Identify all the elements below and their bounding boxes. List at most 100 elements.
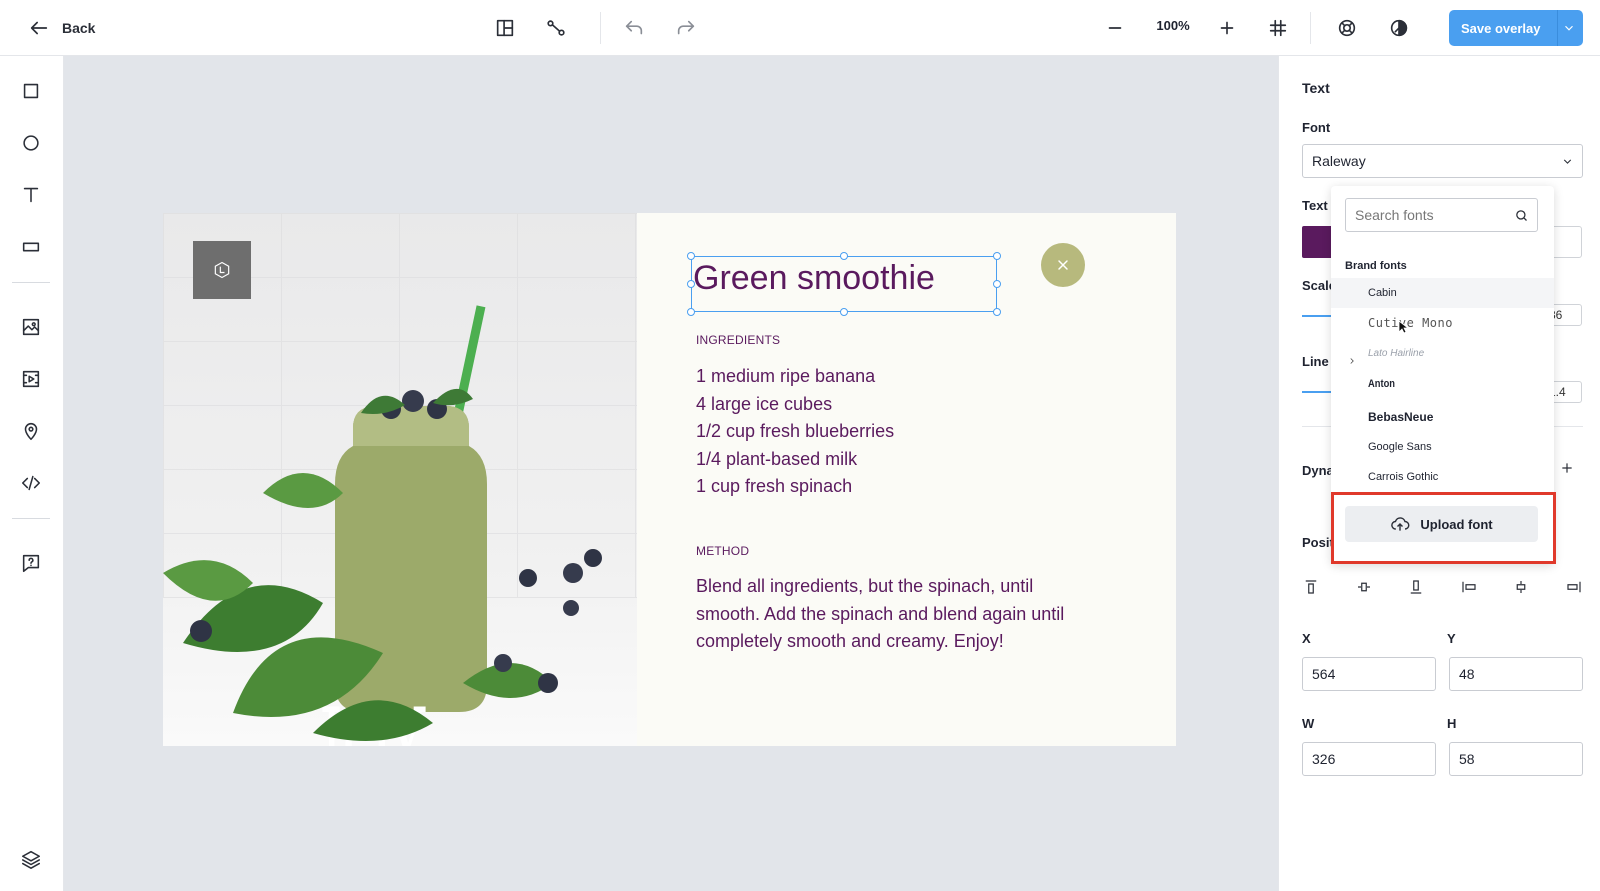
w-input[interactable]: 326 [1302, 742, 1436, 776]
logo-placeholder[interactable] [193, 241, 251, 299]
square-icon [23, 83, 39, 99]
undo-icon [625, 20, 643, 35]
chevron-down-icon[interactable] [1562, 21, 1576, 35]
resize-handle[interactable] [687, 280, 695, 288]
font-option-lato-hairline[interactable]: Lato Hairline [1368, 348, 1424, 359]
logo-hexagon-icon [214, 261, 230, 279]
align-left-icon[interactable] [1460, 578, 1478, 596]
image-tool[interactable] [20, 316, 42, 338]
bar-tool[interactable] [20, 236, 42, 258]
resize-handle[interactable] [687, 308, 695, 316]
h-input[interactable]: 58 [1449, 742, 1583, 776]
zoom-level[interactable]: 100% [1148, 18, 1198, 33]
feedback-tool[interactable] [20, 552, 42, 574]
line-height-label: Line [1302, 354, 1329, 369]
layers-icon [21, 850, 41, 869]
resize-handle[interactable] [840, 308, 848, 316]
grid-button[interactable] [1267, 17, 1289, 39]
back-button[interactable]: Back [28, 14, 95, 42]
location-tool[interactable] [20, 420, 42, 442]
ellipse-tool[interactable] [20, 132, 42, 154]
layout-button[interactable] [494, 17, 516, 39]
save-overlay-label: Save overlay [1461, 20, 1541, 36]
font-group-label: Brand fonts [1345, 260, 1407, 272]
route-icon [547, 20, 565, 36]
x-input[interactable]: 564 [1302, 657, 1436, 691]
zoom-out-button[interactable] [1104, 17, 1126, 39]
redo-button[interactable] [675, 17, 697, 39]
line-height-slider[interactable] [1302, 391, 1332, 393]
x-label: X [1302, 631, 1311, 646]
w-label: W [1302, 716, 1315, 731]
resize-handle[interactable] [993, 252, 1001, 260]
connect-button[interactable] [545, 17, 567, 39]
wide-rect-icon [22, 242, 40, 252]
artboard[interactable]: JOY [163, 213, 1176, 746]
toolbar-divider [1310, 12, 1311, 44]
top-toolbar: Back 100% Save overlay [0, 0, 1600, 56]
list-item: 1 cup fresh spinach [696, 476, 853, 496]
method-text[interactable]: Blend all ingredients, but the spinach, … [696, 573, 1096, 656]
zoom-in-button[interactable] [1216, 17, 1238, 39]
align-center-icon[interactable] [1512, 578, 1530, 596]
font-option-carrois-gothic[interactable]: Carrois Gothic [1368, 471, 1438, 483]
font-search-input[interactable]: Search fonts [1345, 198, 1538, 232]
font-label: Font [1302, 120, 1331, 135]
save-overlay-button[interactable]: Save overlay [1449, 10, 1583, 46]
redo-icon [677, 20, 695, 35]
arrow-left-icon [30, 21, 48, 35]
font-option-cabin[interactable]: Cabin [1331, 278, 1554, 308]
resize-handle[interactable] [687, 252, 695, 260]
undo-button[interactable] [623, 17, 645, 39]
method-heading[interactable]: METHOD [696, 544, 749, 558]
align-right-icon[interactable] [1565, 578, 1583, 596]
resize-handle[interactable] [993, 308, 1001, 316]
font-option-anton[interactable]: Anton [1368, 378, 1395, 390]
plus-icon [1220, 21, 1234, 35]
video-frame-icon [22, 370, 40, 388]
text-t-icon [23, 187, 39, 203]
text-color-label: Text [1302, 198, 1328, 213]
smoothie-photo[interactable]: JOY [163, 213, 637, 746]
rectangle-tool[interactable] [20, 80, 42, 102]
expand-chevron[interactable] [1347, 353, 1357, 364]
message-question-icon [22, 554, 40, 573]
toolbar-divider [12, 282, 50, 283]
list-item: 1 medium ripe banana [696, 366, 876, 386]
theme-button[interactable] [1388, 17, 1410, 39]
y-input[interactable]: 48 [1449, 657, 1583, 691]
code-tool[interactable] [20, 472, 42, 494]
close-button[interactable] [1041, 243, 1085, 287]
add-dynamic-button[interactable] [1559, 460, 1575, 476]
ingredients-heading[interactable]: INGREDIENTS [696, 333, 780, 347]
alignment-row [1302, 578, 1583, 596]
align-middle-icon[interactable] [1355, 578, 1373, 596]
resize-handle[interactable] [993, 280, 1001, 288]
align-top-icon[interactable] [1302, 578, 1320, 596]
font-option-google-sans[interactable]: Google Sans [1368, 441, 1432, 453]
font-option-bebasneue[interactable]: BebasNeue [1368, 410, 1433, 424]
image-icon [22, 318, 40, 336]
list-item: 4 large ice cubes [696, 393, 833, 414]
font-option-cutive-mono[interactable]: Cutive Mono [1368, 316, 1453, 330]
scale-slider[interactable] [1302, 315, 1332, 317]
list-item: 1/2 cup fresh blueberries [696, 421, 895, 441]
toolbar-divider [600, 12, 601, 44]
ingredients-list[interactable]: 1 medium ripe banana 4 large ice cubes 1… [696, 363, 894, 501]
align-bottom-icon[interactable] [1407, 578, 1425, 596]
save-divider [1557, 10, 1558, 46]
video-tool[interactable] [20, 368, 42, 390]
text-tool[interactable] [20, 184, 42, 206]
close-icon [1058, 260, 1068, 270]
hash-grid-icon [1269, 19, 1287, 37]
highlight-annotation [1331, 492, 1556, 564]
plus-icon [1562, 463, 1572, 473]
help-button[interactable] [1336, 17, 1358, 39]
design-canvas[interactable]: JOY [64, 56, 1278, 891]
font-select[interactable]: Raleway [1302, 144, 1583, 178]
lifebuoy-icon [1338, 19, 1356, 37]
selection-box[interactable] [691, 256, 997, 312]
back-label: Back [62, 20, 96, 36]
resize-handle[interactable] [840, 252, 848, 260]
layers-button[interactable] [20, 848, 42, 870]
